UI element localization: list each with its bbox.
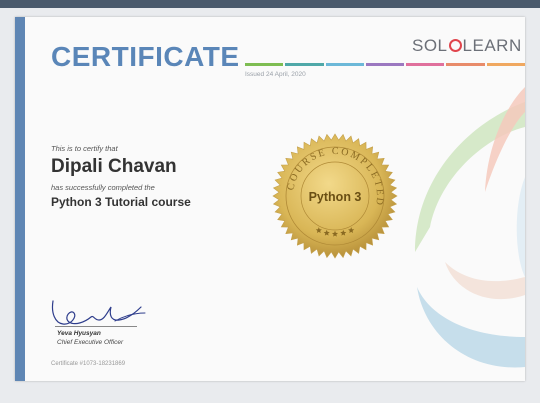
color-stripe-segment [285,63,324,66]
signature-image [51,300,146,325]
completion-statement: has successfully completed the [51,183,155,192]
color-stripe-segment [245,63,284,66]
course-name: Python 3 Tutorial course [51,195,191,209]
signature-line [55,326,137,327]
issue-date: Issued 24 April, 2020 [245,71,306,78]
logo-text-suffix: LEARN [462,36,522,55]
certificate-card: CERTIFICATE SOL LEARN Issued 24 April, 20… [15,17,525,381]
course-completed-seal: COURSE COMPLETED Python 3 [272,133,398,259]
logo-o-icon [448,39,462,52]
signer-name: Yeva Hyusyan [57,330,101,337]
signer-title: Chief Executive Officer [57,339,124,346]
color-stripe-segment [446,63,485,66]
color-stripe-segment [325,63,364,66]
certificate-number: Certificate #1073-18231869 [51,361,126,367]
seal-center-text: Python 3 [309,190,362,204]
certificate-title: CERTIFICATE [51,41,240,72]
window-top-bar [0,0,540,8]
sololearn-logo: SOL LEARN [412,36,522,56]
recipient-name: Dipali Chavan [51,156,177,177]
logo-text-prefix: SOL [412,36,448,55]
color-stripe-segment [406,63,445,66]
color-stripe-segment [486,63,525,66]
certificate-left-bar [15,17,25,381]
certify-statement: This is to certify that [51,144,118,153]
color-stripe-segment [365,63,405,66]
